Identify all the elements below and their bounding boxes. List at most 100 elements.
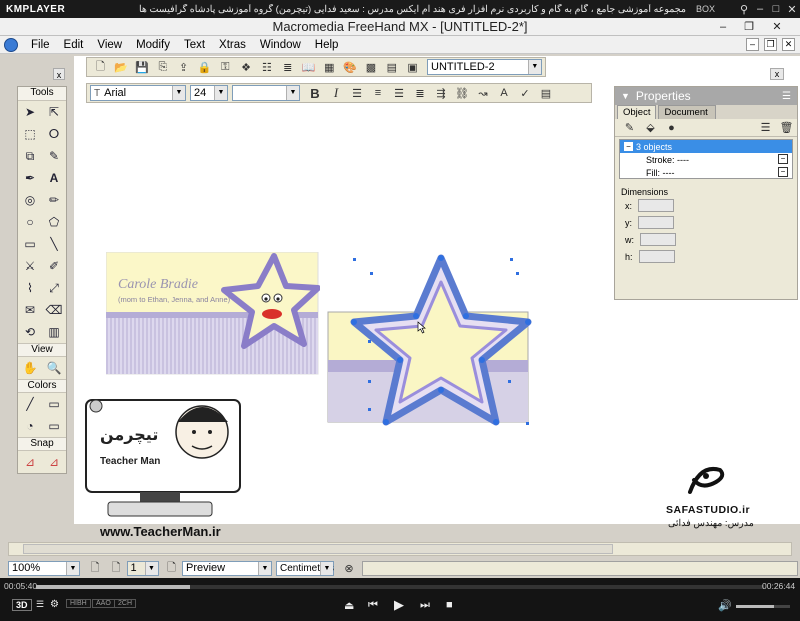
snap-point-icon[interactable]: ⊿ (21, 453, 39, 471)
link-text-icon[interactable]: ⛓ (453, 85, 471, 101)
convert-outline-icon[interactable]: A (495, 85, 513, 101)
group-icon[interactable]: ❖ (237, 59, 255, 75)
pin-icon[interactable]: ⚲ (736, 3, 752, 16)
bezier-icon[interactable]: ⤢ (45, 279, 63, 297)
panel-menu-icon[interactable]: ☰ (782, 91, 791, 102)
knife-icon[interactable]: ⚔ (21, 257, 39, 275)
handle[interactable] (383, 419, 389, 425)
tab-object[interactable]: Object (617, 105, 657, 119)
styles-icon[interactable]: ▦ (320, 59, 338, 75)
stop-icon[interactable]: ■ (446, 599, 453, 611)
add-effect-icon[interactable]: ● (663, 120, 681, 136)
handle[interactable] (438, 255, 444, 261)
bbox-handle[interactable] (368, 380, 371, 383)
open-icon[interactable]: 📂 (112, 59, 130, 75)
import-icon[interactable]: ⎘ (154, 59, 172, 75)
swatches-icon[interactable]: ▩ (362, 59, 380, 75)
player-box-label[interactable]: BOX (696, 4, 736, 14)
dim-input[interactable] (638, 250, 675, 263)
bbox-handle[interactable] (370, 272, 373, 275)
font-select[interactable]: T Arial ▼ (90, 85, 186, 101)
bbox-handle[interactable] (353, 258, 356, 261)
rectangle-icon[interactable]: ▭ (21, 235, 39, 253)
trash-icon[interactable]: 🗑 (778, 120, 796, 136)
properties-header[interactable]: ▼ Properties ☰ (615, 87, 797, 105)
collapse-arrow-icon[interactable]: ▼ (621, 91, 630, 101)
chevron-down-icon[interactable]: ▼ (172, 86, 185, 100)
next-page-icon[interactable]: 🗋 (163, 560, 181, 576)
handle[interactable] (525, 319, 531, 325)
scroll-thumb[interactable] (23, 544, 613, 554)
zoom-select[interactable]: 100% ▼ (8, 560, 80, 576)
chevron-down-icon[interactable]: ▼ (214, 86, 227, 100)
polygon-icon[interactable]: ⬠ (45, 213, 63, 231)
pen-icon[interactable]: ✒ (21, 169, 39, 187)
handle[interactable] (397, 357, 403, 363)
chevron-down-icon[interactable]: ▼ (527, 60, 541, 74)
pencil-icon[interactable]: ✏ (45, 191, 63, 209)
new-file-icon[interactable]: 🗋 (92, 59, 110, 75)
chevron-down-icon[interactable]: ▼ (286, 86, 299, 100)
volume-slider[interactable] (736, 605, 790, 608)
rotate-icon[interactable]: ⟲ (21, 323, 39, 341)
horizontal-scrollbar[interactable] (8, 542, 792, 556)
tools-close-button[interactable]: x (53, 68, 65, 80)
dim-input[interactable] (638, 216, 675, 229)
doc-restore-icon[interactable]: ❐ (764, 38, 777, 51)
unlock-icon[interactable]: ⚿ (216, 59, 234, 75)
spiral-icon[interactable]: ◎ (21, 191, 39, 209)
prev-page-icon[interactable]: 🗋 (86, 560, 104, 576)
layers-icon[interactable]: ≣ (279, 59, 297, 75)
size-select[interactable]: 24 ▼ (190, 85, 228, 101)
text-tool-icon[interactable]: A (45, 169, 63, 187)
scale-icon[interactable]: ⧉ (21, 147, 39, 165)
bbox-handle[interactable] (526, 422, 529, 425)
menu-view[interactable]: View (90, 39, 129, 51)
document-select[interactable]: UNTITLED-2 ▼ (427, 59, 542, 75)
save-icon[interactable]: 💾 (133, 59, 151, 75)
settings-icon[interactable]: ⚙ (50, 599, 59, 610)
stroke-color-icon[interactable]: ╱ (21, 395, 39, 413)
lasso-icon[interactable]: ⵔ (45, 125, 63, 143)
brush-icon[interactable]: ✐ (45, 257, 63, 275)
bbox-handle[interactable] (510, 258, 513, 261)
app-restore-icon[interactable]: ❐ (738, 18, 760, 36)
badge-2ch[interactable]: 2CH (114, 599, 137, 608)
eject-icon[interactable]: ⏏ (344, 599, 354, 612)
add-stroke-icon[interactable]: ✎ (621, 120, 639, 136)
navigation-icon[interactable]: ▣ (404, 59, 422, 75)
menu-xtras[interactable]: Xtras (212, 39, 253, 51)
business-card[interactable]: Carole Bradie (mom to Ethan, Jenna, and … (106, 252, 320, 376)
list-item[interactable]: Stroke: ---- − (620, 153, 792, 166)
chart-icon[interactable]: ▥ (45, 323, 63, 341)
page-select[interactable]: 1 ▼ (126, 560, 159, 576)
text-editor-icon[interactable]: ▤ (537, 85, 555, 101)
list-item[interactable]: − 3 objects (620, 140, 792, 153)
freeform-icon[interactable]: ⌇ (21, 279, 39, 297)
collapse-icon[interactable]: − (624, 142, 633, 151)
menu-edit[interactable]: Edit (57, 39, 91, 51)
badge-aao[interactable]: AAO (92, 599, 115, 608)
menu-text[interactable]: Text (177, 39, 212, 51)
badge-hibh[interactable]: HIBH (66, 599, 91, 608)
previous-icon[interactable]: ⏮ (368, 599, 378, 612)
menu-window[interactable]: Window (253, 39, 308, 51)
align-icon[interactable]: ☷ (258, 59, 276, 75)
align-right-icon[interactable]: ☰ (390, 85, 408, 101)
menu-icon[interactable]: ☰ (36, 599, 44, 610)
envelope-icon[interactable]: ✉ (21, 301, 39, 319)
attach-path-icon[interactable]: ↝ (474, 85, 492, 101)
item-toggle[interactable]: − (778, 167, 788, 177)
stroke-swatch-icon[interactable]: ▭ (45, 395, 63, 413)
eraser-icon[interactable]: ⌫ (45, 301, 63, 319)
grid-icon[interactable]: ▤ (383, 59, 401, 75)
chevron-down-icon[interactable]: ▼ (144, 561, 158, 575)
line-icon[interactable]: ╲ (45, 235, 63, 253)
preview-mode-select[interactable]: Preview ▼ (182, 560, 272, 576)
minimize-icon[interactable]: – (752, 3, 768, 15)
menu-help[interactable]: Help (308, 39, 346, 51)
export-icon[interactable]: ⇪ (175, 59, 193, 75)
tab-document[interactable]: Document (658, 105, 717, 119)
bbox-handle[interactable] (516, 272, 519, 275)
subselect-icon[interactable]: ⇱ (45, 103, 63, 121)
